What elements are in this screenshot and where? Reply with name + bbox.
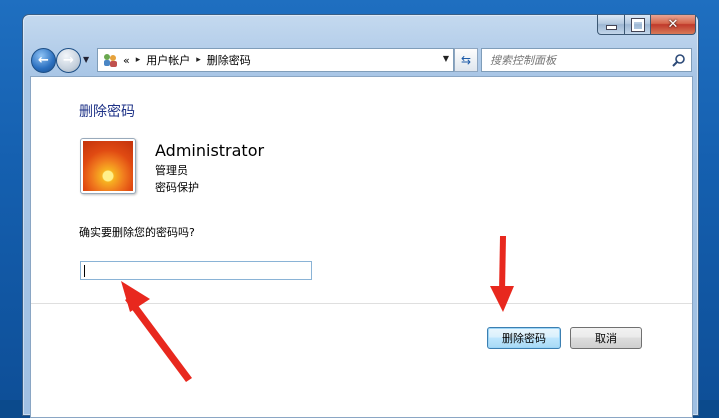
minimize-icon	[605, 25, 617, 30]
search-input[interactable]	[488, 52, 672, 68]
text-caret	[84, 265, 85, 277]
caption-buttons: ✕	[597, 15, 696, 35]
back-forward-group: ← → ▼	[31, 47, 103, 73]
refresh-icon: ⇆	[460, 53, 472, 67]
account-type: 管理员	[155, 164, 188, 177]
content-pane: 删除密码 Administrator 管理员 密码保护 确实要删除您的密码吗? …	[30, 76, 693, 418]
forward-button[interactable]: →	[56, 48, 81, 73]
account-password-status: 密码保护	[155, 181, 199, 194]
search-box	[481, 48, 692, 72]
address-dropdown-icon[interactable]: ▼	[443, 54, 449, 63]
minimize-button[interactable]	[597, 15, 625, 35]
navigation-bar: ← → ▼ « ▸ 用户帐户 ▸ 删除密码 ▼ ⇆	[31, 46, 692, 74]
close-icon: ✕	[667, 17, 679, 32]
remove-password-button[interactable]: 删除密码	[487, 327, 561, 349]
back-button[interactable]: ←	[31, 48, 56, 73]
confirm-question: 确实要删除您的密码吗?	[79, 226, 195, 239]
maximize-icon	[631, 18, 644, 31]
control-panel-window: ✕ ← → ▼ « ▸ 用户帐户 ▸ 删除密码 ▼ ⇆ 搜索控制面板 删除密码 …	[22, 14, 699, 418]
breadcrumb-user-accounts[interactable]: 用户帐户	[146, 52, 190, 68]
account-name: Administrator	[155, 141, 265, 160]
search-icon[interactable]	[672, 52, 686, 71]
refresh-button[interactable]: ⇆	[454, 48, 478, 72]
user-accounts-icon	[101, 52, 119, 68]
password-input[interactable]	[80, 261, 312, 280]
close-button[interactable]: ✕	[651, 15, 696, 35]
page-title: 删除密码	[79, 104, 135, 120]
chevron-right-icon[interactable]: ▸	[196, 55, 201, 65]
maximize-button[interactable]	[625, 15, 651, 35]
chevron-right-icon[interactable]: ▸	[136, 55, 141, 65]
address-bar[interactable]: « ▸ 用户帐户 ▸ 删除密码 ▼	[97, 48, 454, 72]
breadcrumb-overflow[interactable]: «	[123, 54, 130, 67]
flower-avatar-image	[83, 141, 133, 191]
breadcrumb-remove-password[interactable]: 删除密码	[207, 52, 251, 68]
recent-pages-dropdown[interactable]: ▼	[83, 55, 89, 64]
back-arrow-icon: ←	[38, 53, 49, 68]
cancel-button[interactable]: 取消	[570, 327, 642, 349]
account-picture	[80, 138, 136, 194]
forward-arrow-icon: →	[63, 53, 74, 68]
divider	[31, 303, 692, 304]
